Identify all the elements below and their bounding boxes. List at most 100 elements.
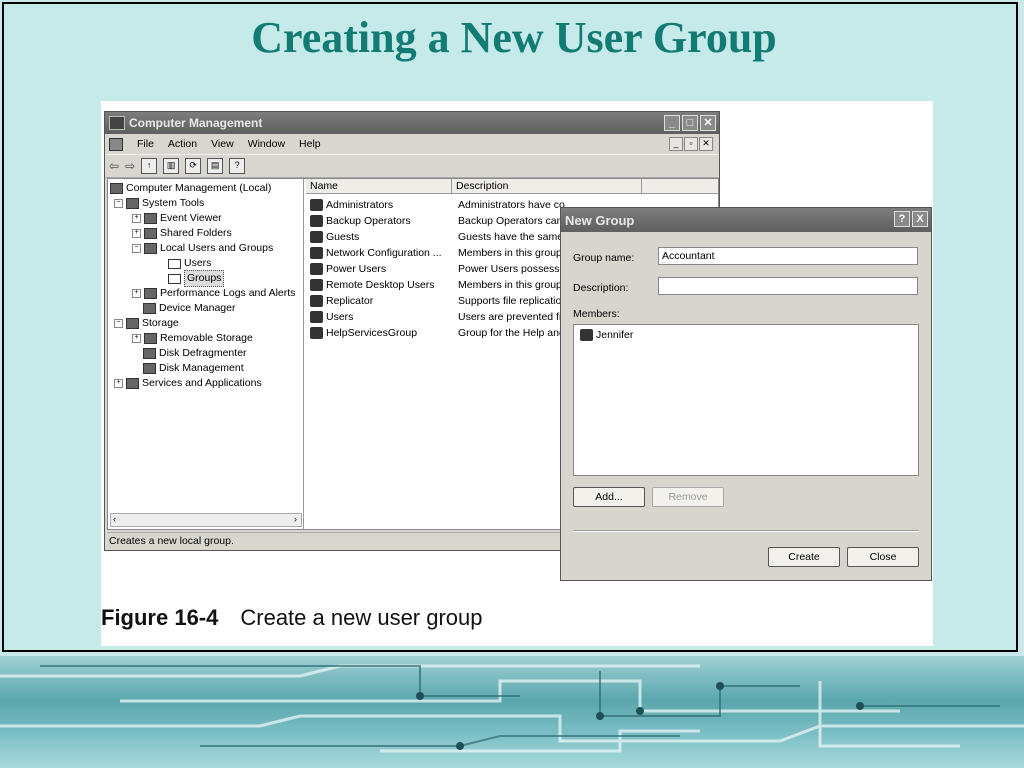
menu-bar: File Action View Window Help _ ▫ ✕ — [105, 134, 719, 154]
dialog-close-button[interactable]: X — [912, 211, 928, 227]
minimize-button[interactable]: _ — [664, 115, 680, 131]
circuit-pattern-decoration — [0, 664, 1024, 753]
group-icon — [310, 279, 323, 291]
group-name-label: Group name: — [573, 252, 635, 264]
back-arrow-icon[interactable]: ⇦ — [109, 159, 119, 173]
expand-icon[interactable]: + — [132, 334, 141, 343]
menu-app-icon[interactable] — [109, 137, 123, 151]
refresh-icon[interactable]: ⟳ — [185, 158, 202, 174]
cm-titlebar: Computer Management _ □ ✕ — [105, 112, 719, 134]
up-folder-icon[interactable]: ↑ — [141, 158, 158, 174]
dialog-help-button[interactable]: ? — [894, 211, 910, 227]
group-icon — [310, 295, 323, 307]
expand-icon[interactable]: + — [114, 379, 123, 388]
storage-icon — [126, 318, 139, 329]
tree-item-device-manager[interactable]: Device Manager — [143, 301, 235, 316]
toolbar: ⇦ ⇨ ↑ ▥ ⟳ ▤ ? — [105, 154, 719, 178]
members-list[interactable]: Jennifer — [573, 324, 919, 476]
members-label: Members: — [573, 308, 620, 320]
tree-item-storage[interactable]: − Storage — [114, 316, 179, 331]
shared-folders-icon — [144, 228, 157, 239]
scroll-left-icon[interactable]: ‹ — [113, 514, 116, 524]
group-icon — [310, 215, 323, 227]
tree-item-computer-management[interactable]: Computer Management (Local) — [110, 181, 271, 196]
slide-frame: Creating a New User Group Computer Manag… — [2, 2, 1018, 652]
maximize-button[interactable]: □ — [682, 115, 698, 131]
removable-storage-icon — [144, 333, 157, 344]
menu-file[interactable]: File — [137, 138, 154, 150]
tools-icon — [126, 198, 139, 209]
tree-item-groups[interactable]: Groups — [168, 270, 225, 287]
menu-window[interactable]: Window — [248, 138, 285, 150]
tree-item-users[interactable]: Users — [168, 256, 211, 271]
dialog-titlebar: New Group ? X — [561, 208, 931, 232]
divider — [573, 530, 919, 532]
expand-icon[interactable]: + — [132, 289, 141, 298]
user-icon — [580, 329, 593, 341]
defragmenter-icon — [143, 348, 156, 359]
performance-icon — [144, 288, 157, 299]
add-button[interactable]: Add... — [573, 487, 645, 507]
menu-view[interactable]: View — [211, 138, 234, 150]
child-close-button[interactable]: ✕ — [699, 137, 713, 151]
tree-item-local-users-groups[interactable]: − Local Users and Groups — [132, 241, 273, 256]
column-header-name[interactable]: Name — [306, 179, 452, 194]
remove-button[interactable]: Remove — [652, 487, 724, 507]
group-name-input[interactable]: Accountant — [658, 247, 918, 265]
group-icon — [310, 247, 323, 259]
device-manager-icon — [143, 303, 156, 314]
group-icon — [310, 199, 323, 211]
close-dialog-button[interactable]: Close — [847, 547, 919, 567]
description-input[interactable] — [658, 277, 918, 295]
menu-help[interactable]: Help — [299, 138, 321, 150]
computer-management-icon — [109, 116, 125, 130]
tree-item-event-viewer[interactable]: + Event Viewer — [132, 211, 222, 226]
collapse-icon[interactable]: − — [132, 244, 141, 253]
figure-caption: Figure 16-4 Create a new user group — [101, 605, 483, 631]
tree-horizontal-scrollbar[interactable]: ‹ › — [110, 513, 302, 527]
tree-item-removable-storage[interactable]: + Removable Storage — [132, 331, 253, 346]
tree-item-system-tools[interactable]: − System Tools — [114, 196, 204, 211]
group-icon — [310, 263, 323, 275]
list-item[interactable]: Jennifer — [580, 329, 633, 341]
disk-management-icon — [143, 363, 156, 374]
decorative-footer — [0, 656, 1024, 768]
folder-open-icon — [168, 273, 181, 284]
group-icon — [310, 327, 323, 339]
tree-item-performance-logs[interactable]: + Performance Logs and Alerts — [132, 286, 295, 301]
users-icon — [144, 243, 157, 254]
collapse-icon[interactable]: − — [114, 199, 123, 208]
expand-icon[interactable]: + — [132, 214, 141, 223]
menu-action[interactable]: Action — [168, 138, 197, 150]
new-group-dialog: New Group ? X Group name: Accountant Des… — [560, 207, 932, 581]
column-header-description[interactable]: Description — [452, 179, 642, 194]
cm-title: Computer Management — [129, 116, 263, 130]
child-minimize-button[interactable]: _ — [669, 137, 683, 151]
group-icon — [310, 231, 323, 243]
export-list-icon[interactable]: ▤ — [207, 158, 224, 174]
help-icon[interactable]: ? — [229, 158, 246, 174]
forward-arrow-icon[interactable]: ⇨ — [125, 159, 135, 173]
dialog-title: New Group — [565, 212, 635, 228]
group-icon — [310, 311, 323, 323]
caption-number: Figure 16-4 — [101, 605, 219, 630]
console-tree: Computer Management (Local) − System Tool… — [108, 179, 304, 529]
close-button[interactable]: ✕ — [700, 115, 716, 131]
tree-item-disk-management[interactable]: Disk Management — [143, 361, 244, 376]
services-icon — [126, 378, 139, 389]
child-restore-button[interactable]: ▫ — [684, 137, 698, 151]
tree-item-services-applications[interactable]: + Services and Applications — [114, 376, 262, 391]
folder-icon — [168, 258, 181, 269]
computer-icon — [110, 183, 123, 194]
collapse-icon[interactable]: − — [114, 319, 123, 328]
figure-area: Computer Management _ □ ✕ File Action Vi… — [101, 101, 933, 646]
show-hide-tree-icon[interactable]: ▥ — [163, 158, 180, 174]
slide-title: Creating a New User Group — [251, 13, 777, 62]
event-viewer-icon — [144, 213, 157, 224]
tree-item-disk-defragmenter[interactable]: Disk Defragmenter — [143, 346, 247, 361]
tree-item-shared-folders[interactable]: + Shared Folders — [132, 226, 232, 241]
create-button[interactable]: Create — [768, 547, 840, 567]
expand-icon[interactable]: + — [132, 229, 141, 238]
scroll-right-icon[interactable]: › — [294, 514, 297, 524]
description-label: Description: — [573, 282, 629, 294]
